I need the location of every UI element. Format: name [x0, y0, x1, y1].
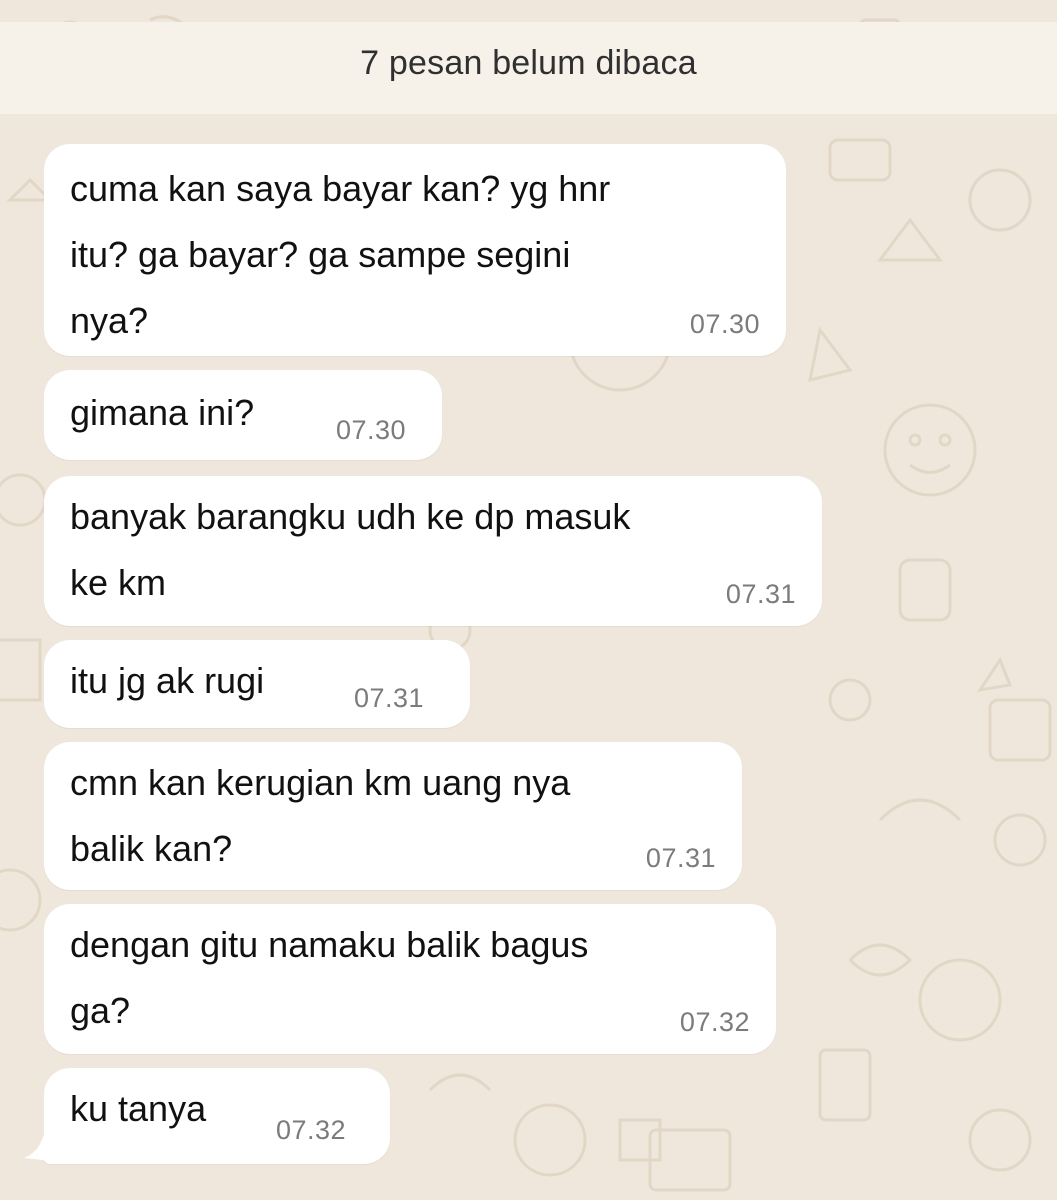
- message-bubble[interactable]: cuma kan saya bayar kan? yg hnr itu? ga …: [44, 144, 786, 356]
- message-bubble[interactable]: itu jg ak rugi 07.31: [44, 640, 470, 728]
- message-text: cmn kan kerugian km uang nya balik kan?: [70, 762, 571, 869]
- message-text: banyak barangku udh ke dp masuk ke km: [70, 496, 631, 603]
- message-bubble[interactable]: ku tanya 07.32: [44, 1068, 390, 1164]
- message-text: itu jg ak rugi: [70, 660, 265, 701]
- message-time: 07.31: [354, 683, 425, 713]
- message-text: cuma kan saya bayar kan? yg hnr itu? ga …: [70, 168, 611, 341]
- message-text: dengan gitu namaku balik bagus ga?: [70, 924, 589, 1031]
- message-time: 07.32: [276, 1115, 347, 1145]
- unread-messages-banner: 7 pesan belum dibaca: [0, 22, 1057, 114]
- message-time: 07.30: [336, 415, 407, 445]
- message-text: ku tanya: [70, 1088, 207, 1129]
- message-text: gimana ini?: [70, 392, 255, 433]
- message-time: 07.30: [689, 309, 760, 339]
- message-bubble[interactable]: dengan gitu namaku balik bagus ga? 07.32: [44, 904, 776, 1054]
- unread-messages-label: 7 pesan belum dibaca: [360, 43, 697, 82]
- message-time: 07.32: [679, 1007, 750, 1037]
- message-time: 07.31: [645, 843, 716, 873]
- message-bubble[interactable]: gimana ini? 07.30: [44, 370, 442, 460]
- message-bubble[interactable]: banyak barangku udh ke dp masuk ke km 07…: [44, 476, 822, 626]
- message-time: 07.31: [725, 579, 796, 609]
- message-bubble[interactable]: cmn kan kerugian km uang nya balik kan? …: [44, 742, 742, 890]
